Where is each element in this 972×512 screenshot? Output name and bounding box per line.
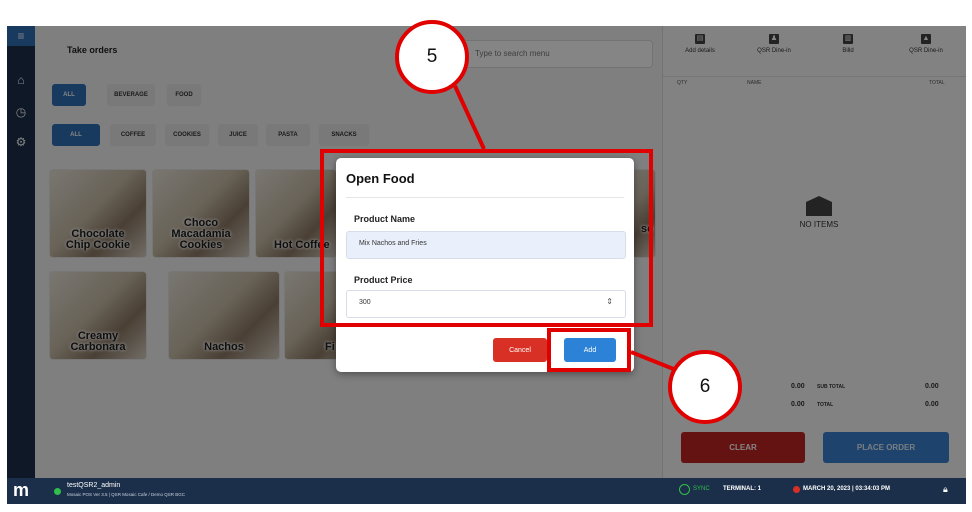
logo-icon: m [13,480,30,500]
version-info: Mosaic POS Ver 3.5 | QSR Mosaic Cafe / D… [67,492,185,497]
user-name: testQSR2_admin [67,482,121,489]
status-bar: m testQSR2_admin Mosaic POS Ver 3.5 | QS… [7,478,966,504]
step6-highlight [547,328,631,372]
sync-icon [679,484,690,495]
datetime: MARCH 20, 2023 | 03:34:03 PM [803,486,891,492]
lock-icon[interactable]: 🔒︎ [943,484,948,495]
sync-status: SYNC [693,486,710,492]
step5-callout: 5 [395,20,469,94]
cancel-button[interactable]: Cancel [493,338,547,362]
online-status-icon [54,488,61,495]
step6-callout: 6 [668,350,742,424]
terminal-label: TERMINAL: 1 [723,486,761,492]
step5-highlight [320,149,653,327]
alert-dot-icon [793,486,800,493]
